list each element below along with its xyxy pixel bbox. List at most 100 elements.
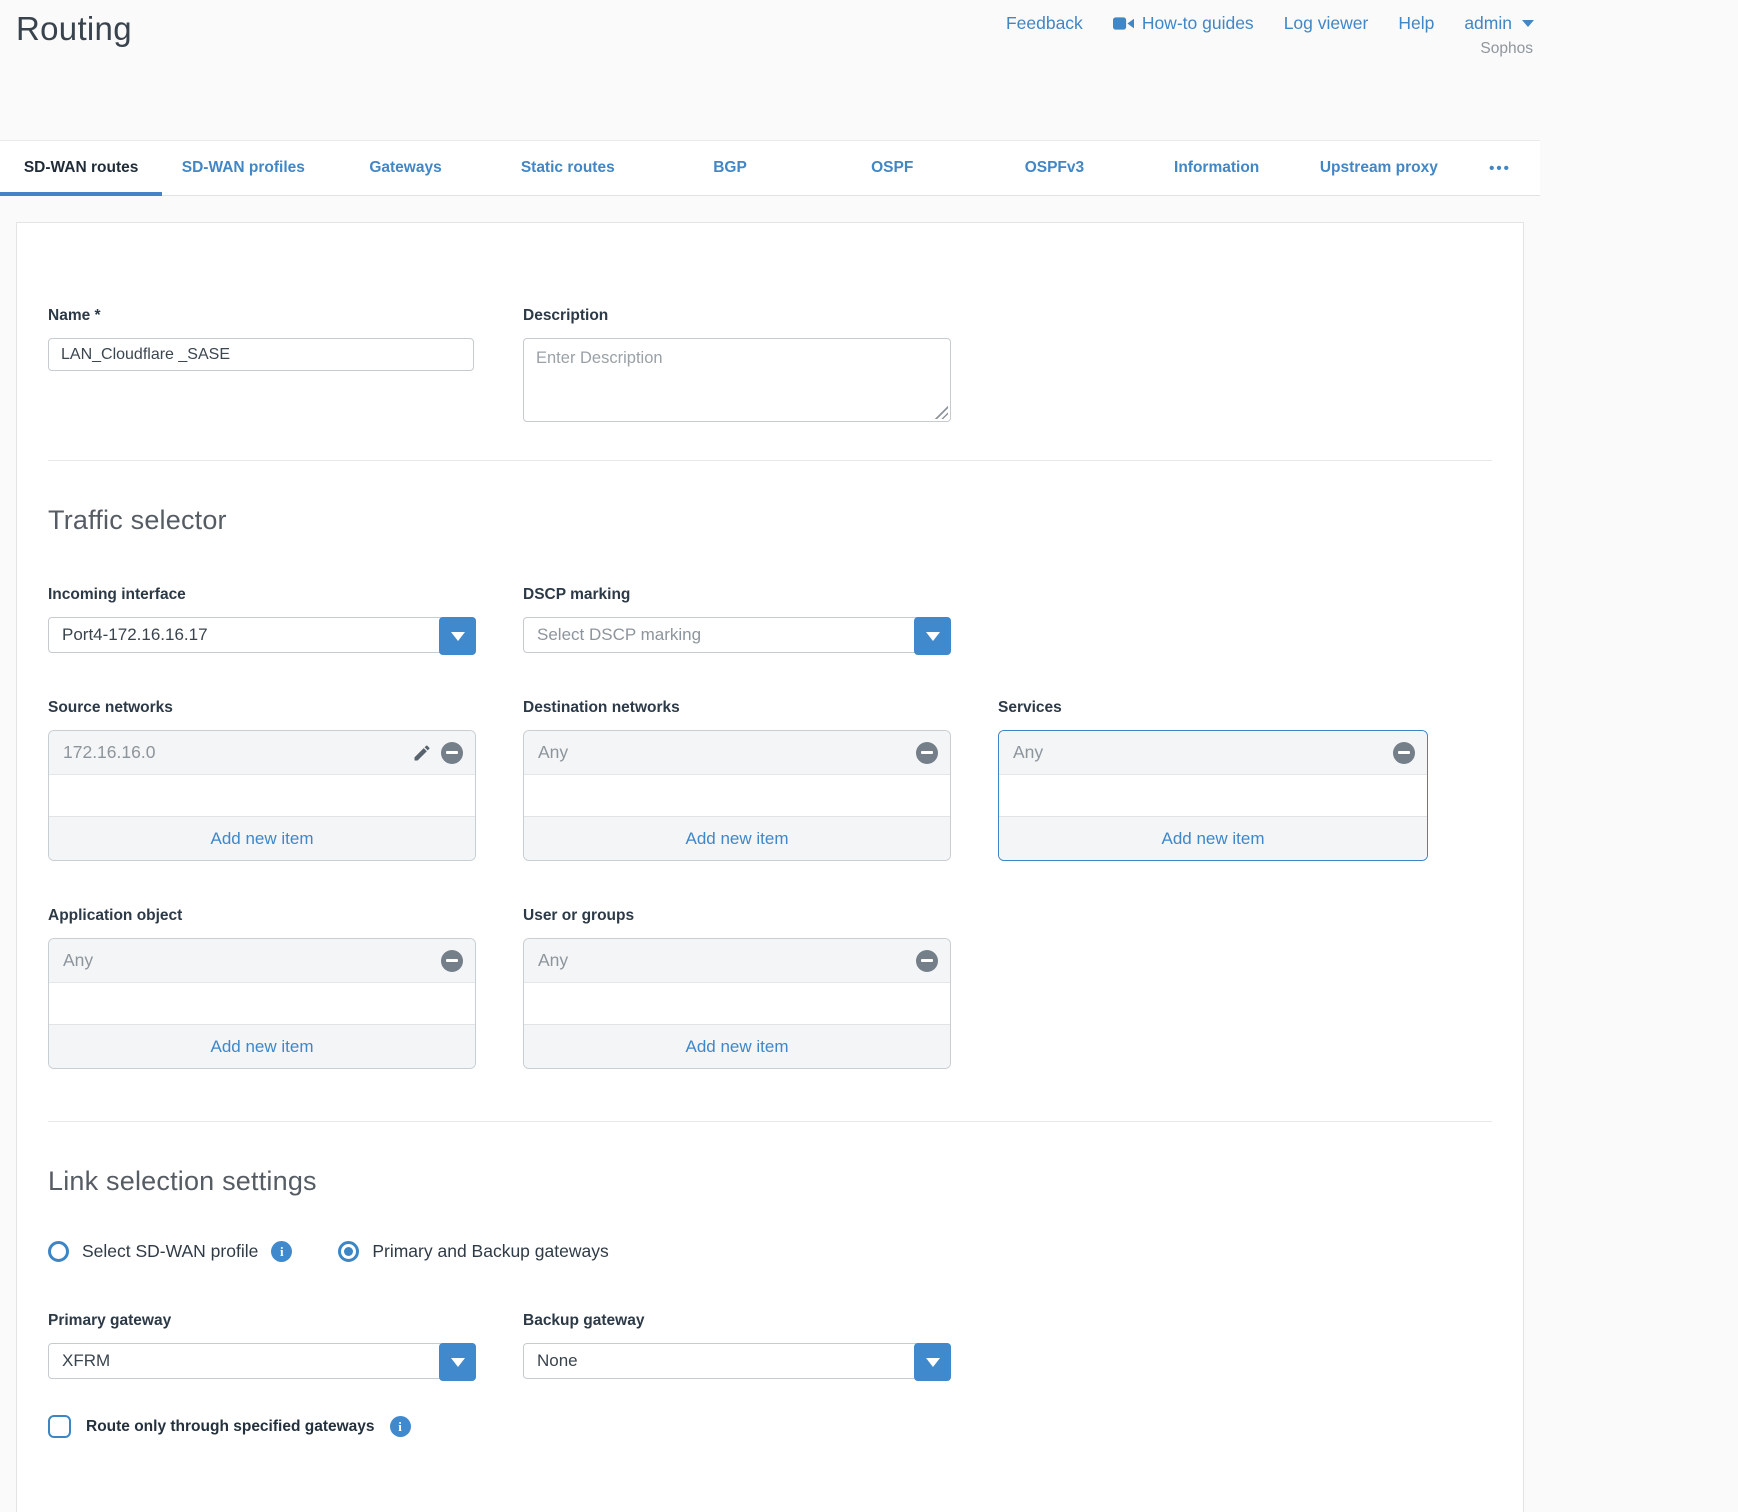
services-group: Services Any Add new item bbox=[998, 699, 1428, 861]
user-or-groups-label: User or groups bbox=[523, 907, 951, 925]
tabbar: SD-WAN routes SD-WAN profiles Gateways S… bbox=[0, 140, 1540, 196]
list-item: Any bbox=[524, 939, 950, 983]
dscp-select[interactable]: Select DSCP marking bbox=[523, 617, 951, 653]
name-label: Name * bbox=[48, 307, 476, 325]
list-item-label: Any bbox=[538, 742, 568, 763]
backup-gateway-label: Backup gateway bbox=[523, 1312, 951, 1330]
remove-item-button[interactable] bbox=[916, 950, 938, 972]
caret-down-icon[interactable] bbox=[914, 617, 951, 655]
listbox-empty-area bbox=[49, 983, 475, 1024]
tab-static-routes[interactable]: Static routes bbox=[487, 141, 649, 195]
user-or-groups-listbox: Any Add new item bbox=[523, 938, 951, 1069]
primary-gateway-select[interactable]: XFRM bbox=[48, 1343, 476, 1379]
page-header: Routing Feedback How-to guides Log viewe… bbox=[0, 0, 1540, 140]
remove-item-button[interactable] bbox=[441, 950, 463, 972]
application-object-label: Application object bbox=[48, 907, 476, 925]
tab-ospfv3[interactable]: OSPFv3 bbox=[973, 141, 1135, 195]
add-new-item-button[interactable]: Add new item bbox=[49, 816, 475, 860]
services-label: Services bbox=[998, 699, 1428, 717]
link-selection-heading: Link selection settings bbox=[48, 1166, 1492, 1197]
add-new-item-button[interactable]: Add new item bbox=[999, 816, 1427, 860]
remove-item-button[interactable] bbox=[1393, 742, 1415, 764]
caret-down-icon[interactable] bbox=[914, 1343, 951, 1381]
listbox-empty-area bbox=[49, 775, 475, 816]
incoming-interface-value: Port4-172.16.16.17 bbox=[62, 625, 208, 645]
radio-sdwan-profile[interactable]: Select SD-WAN profile i bbox=[48, 1241, 292, 1262]
tab-sdwan-profiles[interactable]: SD-WAN profiles bbox=[162, 141, 324, 195]
radio-unchecked-icon[interactable] bbox=[48, 1241, 69, 1262]
services-listbox: Any Add new item bbox=[998, 730, 1428, 861]
incoming-interface-label: Incoming interface bbox=[48, 586, 476, 604]
traffic-selector-heading: Traffic selector bbox=[48, 505, 1492, 536]
list-item: Any bbox=[524, 731, 950, 775]
primary-gateway-label: Primary gateway bbox=[48, 1312, 476, 1330]
add-new-item-button[interactable]: Add new item bbox=[49, 1024, 475, 1068]
primary-gateway-group: Primary gateway XFRM bbox=[48, 1312, 476, 1379]
info-circle-icon[interactable]: i bbox=[271, 1241, 292, 1262]
gateway-row: Primary gateway XFRM Backup gateway None bbox=[48, 1312, 1492, 1379]
howto-guides-label: How-to guides bbox=[1142, 13, 1254, 34]
required-mark: * bbox=[95, 307, 101, 324]
listbox-empty-area bbox=[999, 775, 1427, 816]
primary-gateway-value: XFRM bbox=[62, 1351, 110, 1371]
log-viewer-link[interactable]: Log viewer bbox=[1284, 13, 1369, 34]
list-item-label: Any bbox=[538, 950, 568, 971]
caret-down-icon[interactable] bbox=[439, 1343, 476, 1381]
caret-down-icon bbox=[1522, 20, 1534, 27]
edit-item-button[interactable] bbox=[412, 743, 432, 763]
remove-item-button[interactable] bbox=[916, 742, 938, 764]
tab-bgp[interactable]: BGP bbox=[649, 141, 811, 195]
tab-information[interactable]: Information bbox=[1136, 141, 1298, 195]
list-item-label: Any bbox=[1013, 742, 1043, 763]
radio-primary-backup[interactable]: Primary and Backup gateways bbox=[338, 1241, 608, 1262]
caret-down-icon[interactable] bbox=[439, 617, 476, 655]
list-item: Any bbox=[49, 939, 475, 983]
minus-circle-icon bbox=[441, 950, 463, 972]
tab-sdwan-routes[interactable]: SD-WAN routes bbox=[0, 141, 162, 195]
description-textarea[interactable] bbox=[523, 338, 951, 422]
name-input[interactable] bbox=[48, 338, 474, 371]
minus-circle-icon bbox=[916, 950, 938, 972]
backup-gateway-group: Backup gateway None bbox=[523, 1312, 951, 1379]
minus-circle-icon bbox=[916, 742, 938, 764]
incoming-interface-select[interactable]: Port4-172.16.16.17 bbox=[48, 617, 476, 653]
list-item-label: 172.16.16.0 bbox=[63, 742, 155, 763]
admin-menu[interactable]: admin bbox=[1464, 13, 1534, 34]
application-object-group: Application object Any Add new item bbox=[48, 907, 476, 1069]
backup-gateway-select[interactable]: None bbox=[523, 1343, 951, 1379]
admin-menu-label: admin bbox=[1464, 13, 1512, 34]
route-form-panel: Name * Description Traffic selector Inco… bbox=[16, 222, 1524, 1512]
minus-circle-icon bbox=[441, 742, 463, 764]
brand-label: Sophos bbox=[1480, 40, 1533, 58]
route-only-label: Route only through specified gateways bbox=[86, 1418, 375, 1436]
info-circle-icon[interactable]: i bbox=[390, 1416, 411, 1437]
tab-gateways[interactable]: Gateways bbox=[324, 141, 486, 195]
source-networks-listbox: 172.16.16.0 Add new item bbox=[48, 730, 476, 861]
section-divider bbox=[48, 1121, 1492, 1122]
video-camera-icon bbox=[1113, 16, 1134, 31]
feedback-link[interactable]: Feedback bbox=[1006, 13, 1083, 34]
list-item-label: Any bbox=[63, 950, 93, 971]
listbox-empty-area bbox=[524, 775, 950, 816]
interface-row: Incoming interface Port4-172.16.16.17 DS… bbox=[48, 586, 1492, 653]
tabs-more-button[interactable]: ••• bbox=[1460, 141, 1540, 195]
application-object-listbox: Any Add new item bbox=[48, 938, 476, 1069]
help-link[interactable]: Help bbox=[1398, 13, 1434, 34]
radio-sdwan-profile-label: Select SD-WAN profile bbox=[82, 1241, 258, 1262]
name-field-group: Name * bbox=[48, 307, 476, 422]
route-only-checkbox[interactable] bbox=[48, 1415, 71, 1438]
minus-circle-icon bbox=[1393, 742, 1415, 764]
backup-gateway-value: None bbox=[537, 1351, 578, 1371]
tab-ospf[interactable]: OSPF bbox=[811, 141, 973, 195]
tab-upstream-proxy[interactable]: Upstream proxy bbox=[1298, 141, 1460, 195]
source-networks-group: Source networks 172.16.16.0 bbox=[48, 699, 476, 861]
remove-item-button[interactable] bbox=[441, 742, 463, 764]
user-or-groups-group: User or groups Any Add new item bbox=[523, 907, 951, 1069]
add-new-item-button[interactable]: Add new item bbox=[524, 1024, 950, 1068]
radio-checked-icon[interactable] bbox=[338, 1241, 359, 1262]
add-new-item-button[interactable]: Add new item bbox=[524, 816, 950, 860]
description-label: Description bbox=[523, 307, 951, 325]
howto-guides-link[interactable]: How-to guides bbox=[1113, 13, 1254, 34]
source-networks-label: Source networks bbox=[48, 699, 476, 717]
dscp-group: DSCP marking Select DSCP marking bbox=[523, 586, 951, 653]
